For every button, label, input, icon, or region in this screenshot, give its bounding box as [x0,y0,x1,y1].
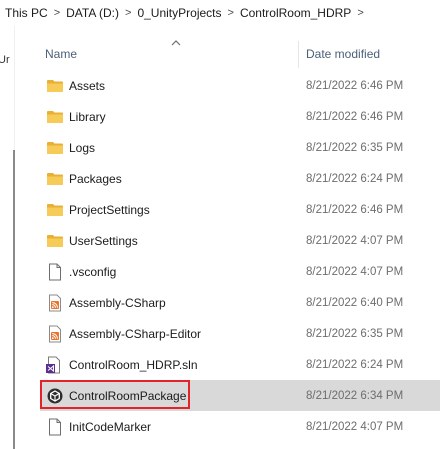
file-date-modified: 8/21/2022 6:40 PM [306,296,404,309]
file-date-modified: 8/21/2022 6:46 PM [306,79,404,92]
file-name-cell[interactable]: Packages [40,163,122,194]
file-row[interactable]: UserSettings 8/21/2022 4:07 PM [40,225,440,256]
file-name-cell[interactable]: UserSettings [40,225,138,256]
file-name: InitCodeMarker [69,419,152,434]
navigation-pane-scrollbar[interactable] [13,150,15,449]
file-name-cell[interactable]: ProjectSettings [40,194,150,225]
file-date-modified: 8/21/2022 6:46 PM [306,110,404,123]
folder-icon [46,232,64,250]
breadcrumb: This PC > DATA (D:) > 0_UnityProjects > … [0,0,440,26]
breadcrumb-this-pc[interactable]: This PC [0,6,52,20]
navigation-pane-item[interactable]: Ur [0,54,10,66]
file-date-modified: 8/21/2022 4:07 PM [306,420,404,433]
chevron-right-icon[interactable]: > [52,7,62,19]
chevron-right-icon[interactable]: > [123,7,133,19]
file-date-modified: 8/21/2022 6:24 PM [306,358,404,371]
file-row[interactable]: InitCodeMarker 8/21/2022 4:07 PM [40,411,440,442]
file-date-modified: 8/21/2022 4:07 PM [306,234,404,247]
file-name: Packages [69,171,122,186]
file-row[interactable]: ProjectSettings 8/21/2022 6:46 PM [40,194,440,225]
sort-ascending-icon [171,38,181,49]
file-date-modified: 8/21/2022 6:35 PM [306,327,404,340]
file-name-cell[interactable]: Assembly-CSharp-Editor [40,318,201,349]
file-name: .vsconfig [69,264,117,279]
file-name-cell[interactable]: ControlRoomPackage [40,380,186,411]
file-name-cell[interactable]: Logs [40,132,95,163]
chevron-right-icon[interactable]: > [355,7,365,19]
file-name: Assets [69,78,106,93]
unity-package-icon [46,387,64,405]
file-row[interactable]: ControlRoomPackage 8/21/2022 6:34 PM [40,380,440,411]
rss-file-icon [46,294,64,312]
file-date-modified: 8/21/2022 6:24 PM [306,172,404,185]
file-name: Logs [69,140,96,155]
file-name-cell[interactable]: Assets [40,70,105,101]
breadcrumb-data-drive[interactable]: DATA (D:) [62,6,123,20]
file-list: Assets 8/21/2022 6:46 PM Library 8/21/2022 … [40,70,440,442]
file-row[interactable]: Assembly-CSharp-Editor 8/21/2022 6:35 PM [40,318,440,349]
file-name: UserSettings [69,233,138,248]
rss-file-icon [46,325,64,343]
file-name: ControlRoomPackage [69,388,187,403]
folder-icon [46,77,64,95]
file-name-cell[interactable]: ControlRoom_HDRP.sln [40,349,198,380]
file-row[interactable]: Assembly-CSharp 8/21/2022 6:40 PM [40,287,440,318]
file-row[interactable]: Logs 8/21/2022 6:35 PM [40,132,440,163]
file-name-cell[interactable]: Library [40,101,106,132]
file-date-modified: 8/21/2022 6:34 PM [306,389,404,402]
file-date-modified: 8/21/2022 6:46 PM [306,203,404,216]
file-name: Assembly-CSharp [69,295,166,310]
visual-studio-solution-icon [46,356,64,374]
file-icon [46,418,64,436]
file-row[interactable]: .vsconfig 8/21/2022 4:07 PM [40,256,440,287]
file-name-cell[interactable]: InitCodeMarker [40,411,151,442]
folder-icon [46,108,64,126]
file-row[interactable]: Library 8/21/2022 6:46 PM [40,101,440,132]
file-name: Assembly-CSharp-Editor [69,326,202,341]
file-row[interactable]: Packages 8/21/2022 6:24 PM [40,163,440,194]
column-header-date-modified[interactable]: Date modified [306,47,380,61]
folder-icon [46,170,64,188]
file-date-modified: 8/21/2022 4:07 PM [306,265,404,278]
folder-icon [46,201,64,219]
file-name-cell[interactable]: Assembly-CSharp [40,287,166,318]
folder-icon [46,139,64,157]
breadcrumb-controlroom-hdrp[interactable]: ControlRoom_HDRP [236,6,355,20]
breadcrumb-unity-projects[interactable]: 0_UnityProjects [133,6,225,20]
file-name: ProjectSettings [69,202,150,217]
file-icon [46,263,64,281]
column-divider[interactable] [298,41,299,68]
file-name: ControlRoom_HDRP.sln [69,357,198,372]
file-date-modified: 8/21/2022 6:35 PM [306,141,404,154]
file-row[interactable]: Assets 8/21/2022 6:46 PM [40,70,440,101]
file-name: Library [69,109,106,124]
file-row[interactable]: ControlRoom_HDRP.sln 8/21/2022 6:24 PM [40,349,440,380]
file-name-cell[interactable]: .vsconfig [40,256,116,287]
chevron-right-icon[interactable]: > [226,7,236,19]
column-header-name[interactable]: Name [45,47,77,61]
